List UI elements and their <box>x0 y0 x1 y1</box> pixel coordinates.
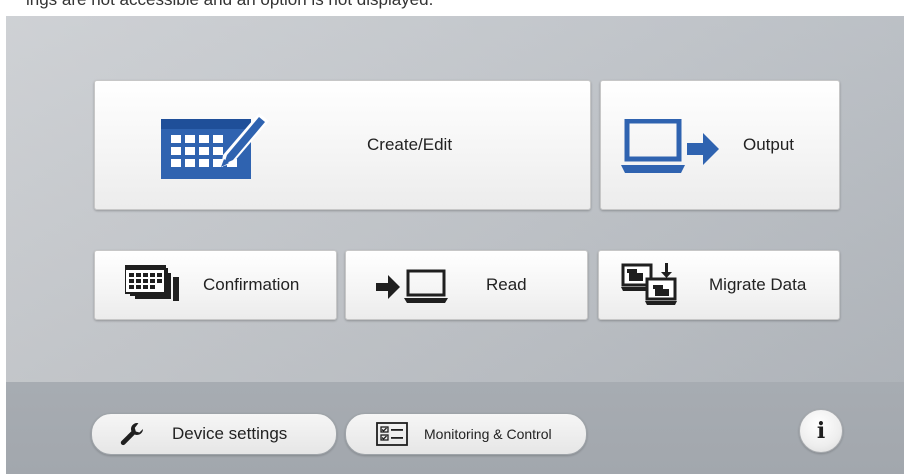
confirmation-label: Confirmation <box>203 275 300 294</box>
top-caption: ings are not accessible and an option is… <box>26 0 433 10</box>
top-caption-strip: ings are not accessible and an option is… <box>0 0 904 16</box>
calendar-edit-icon <box>161 107 271 183</box>
read-into-laptop-icon <box>376 269 456 305</box>
wrench-icon <box>120 422 144 446</box>
read-label: Read <box>486 275 527 294</box>
info-icon: i <box>816 418 826 444</box>
monitoring-control-button[interactable]: Monitoring & Control <box>345 413 587 455</box>
output-label: Output <box>743 135 795 154</box>
checklist-icon <box>376 422 408 446</box>
create-edit-label: Create/Edit <box>367 135 453 154</box>
laptop-output-icon <box>621 118 721 175</box>
migrate-data-icon <box>621 261 681 305</box>
device-settings-label: Device settings <box>172 424 288 443</box>
monitoring-control-label: Monitoring & Control <box>424 426 552 442</box>
output-button[interactable]: Output <box>600 80 840 210</box>
device-settings-button[interactable]: Device settings <box>91 413 337 455</box>
info-button[interactable]: i <box>799 409 843 453</box>
create-edit-button[interactable]: Create/Edit <box>94 80 591 210</box>
read-button[interactable]: Read <box>345 250 588 320</box>
migrate-data-button[interactable]: Migrate Data <box>598 250 840 320</box>
confirmation-button[interactable]: Confirmation <box>94 250 337 320</box>
migrate-data-label: Migrate Data <box>709 275 807 294</box>
stacked-calendars-icon <box>124 264 181 303</box>
